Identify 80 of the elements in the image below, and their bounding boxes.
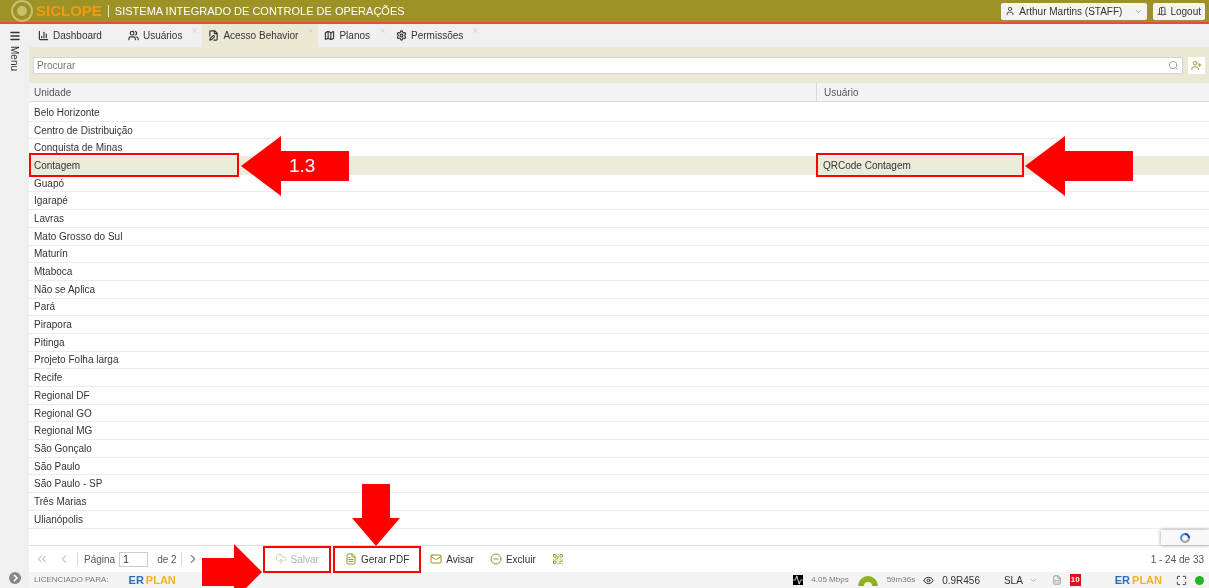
envelope-icon (430, 553, 443, 565)
bar-chart-icon (38, 30, 49, 41)
close-icon[interactable] (379, 27, 386, 34)
table-cell: Contagem (29, 153, 239, 178)
add-user-icon (1191, 59, 1202, 71)
map-icon (324, 30, 336, 41)
close-icon[interactable] (307, 27, 315, 34)
license-label: LICENCIADO PARA: (34, 574, 109, 586)
search-icon[interactable] (1168, 59, 1179, 71)
menu-label: Menu (8, 46, 21, 71)
table-cell-text: São Paulo - SP (33, 477, 104, 492)
table-cell-text: São Paulo (33, 459, 82, 474)
table-cell-text: Mtaboca (33, 265, 74, 280)
table-cell-text: Mato Grosso do Sul (33, 229, 124, 244)
table-cell-text: Conquista de Minas (33, 141, 124, 156)
add-user-button[interactable] (1188, 56, 1205, 74)
user-dropdown[interactable]: Arthur Martins (STAFF) (1001, 2, 1148, 20)
table-cell-text: Lavras (33, 211, 65, 226)
table-cell-text: Guapó (33, 176, 66, 191)
table-cell-text: Belo Horizonte (33, 105, 101, 120)
expand-icon[interactable] (8, 572, 21, 584)
user-icon (1005, 6, 1016, 16)
toolbar-button[interactable]: Avisar (422, 545, 482, 573)
session-timer: 59m36s (886, 574, 916, 586)
table-cell-text: São Gonçalo (33, 441, 93, 456)
table-cell-text: Pirapora (33, 318, 73, 333)
door-icon (1157, 6, 1168, 16)
side-menu[interactable]: Menu (0, 24, 29, 588)
menu-icon[interactable] (8, 30, 21, 42)
table-cell-text: Pará (33, 300, 57, 315)
qr-code-icon (551, 553, 564, 565)
table-cell-text: Pitinga (33, 335, 66, 350)
table-cell-text: Regional MG (33, 424, 94, 439)
document-icon (344, 553, 357, 565)
search-field[interactable]: Procurar (33, 56, 1183, 74)
table-cell-text: Regional DF (33, 388, 91, 403)
cloud-upload-icon (274, 553, 287, 565)
table-cell: QRCode Contagem (816, 153, 1024, 178)
callout-arrow (351, 484, 400, 546)
table-cell-text: Centro de Distribuição (33, 123, 134, 138)
eye-icon (923, 574, 935, 586)
close-icon[interactable] (472, 27, 480, 34)
table-cell-text: Recife (33, 371, 64, 386)
gauge-icon (856, 574, 879, 586)
tab[interactable]: Acesso Behavior (202, 24, 319, 47)
table-cell-text: Não se Aplica (33, 282, 97, 297)
record-range: 1 - 24 de 33 (1150, 552, 1204, 567)
fullscreen-icon[interactable] (1176, 574, 1187, 586)
table-cell-text: Maturín (33, 247, 69, 262)
alert-badge[interactable]: 10 (1069, 574, 1081, 586)
spreadsheet-icon[interactable] (1051, 575, 1062, 585)
gear-icon (396, 30, 407, 41)
table-cell-text: Três Marias (33, 494, 88, 509)
captcha-badge[interactable] (1161, 530, 1209, 545)
logout-button[interactable]: Logout (1153, 2, 1205, 20)
page-label: Página (84, 552, 116, 567)
first-page-icon[interactable] (35, 552, 49, 566)
brand-logo: ER PLAN (116, 571, 176, 588)
edit-document-icon (208, 30, 220, 41)
app-logo: SICLOPE (36, 0, 102, 21)
table-cell-text: Regional GO (33, 406, 93, 421)
table-cell-text: Ulianópolis (33, 512, 84, 527)
table-cell-text: Igarapé (33, 194, 69, 209)
page-count: de 2 (157, 552, 177, 567)
table-cell-text: Projeto Folha larga (33, 353, 120, 368)
network-speed: 4.05 Mbps (811, 574, 849, 586)
column-header[interactable]: Usuário (817, 83, 1209, 101)
page-field[interactable]: 1 (119, 551, 149, 567)
version-label: 0.9R456 (942, 573, 980, 588)
column-header[interactable]: Unidade (29, 83, 817, 101)
pulse-icon (793, 575, 804, 585)
minus-circle-icon (489, 553, 502, 565)
brand-logo: ER PLAN (1102, 571, 1162, 588)
toolbar-button[interactable]: Gerar PDF (332, 545, 422, 573)
toolbar-button[interactable]: Excluir (481, 545, 544, 573)
app-title: SISTEMA INTEGRADO DE CONTROLE DE OPERAÇÕES (114, 3, 405, 19)
sla-dropdown[interactable]: SLA (1003, 572, 1038, 588)
users-icon (127, 30, 139, 41)
close-icon[interactable] (191, 27, 199, 34)
callout-arrow (201, 544, 262, 588)
